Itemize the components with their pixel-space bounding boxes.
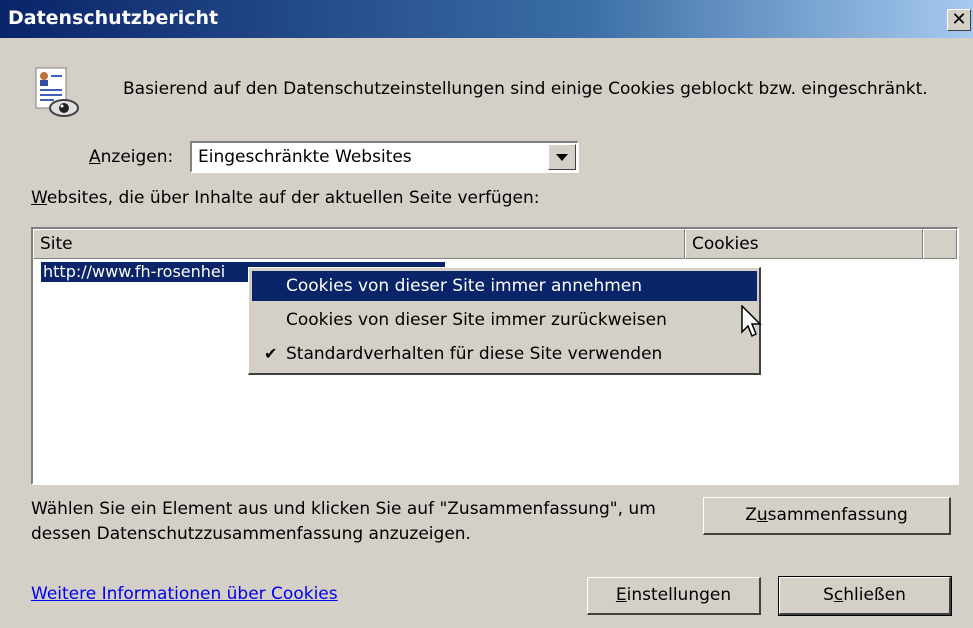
menu-item-always-accept[interactable]: Cookies von dieser Site immer annehmen bbox=[252, 271, 757, 301]
show-select[interactable]: Eingeschränkte Websites bbox=[190, 141, 579, 173]
checkmark-icon: ✔ bbox=[264, 344, 278, 363]
close-dialog-button[interactable]: Schließen bbox=[778, 576, 952, 616]
summary-button[interactable]: Zusammenfassung bbox=[703, 497, 951, 535]
show-select-value: Eingeschränkte Websites bbox=[198, 147, 412, 167]
column-header-site[interactable]: Site bbox=[33, 229, 685, 259]
dropdown-arrow-icon[interactable] bbox=[548, 144, 576, 170]
more-info-link[interactable]: Weitere Informationen über Cookies bbox=[31, 584, 338, 604]
privacy-report-icon bbox=[35, 67, 79, 117]
menu-item-always-reject[interactable]: Cookies von dieser Site immer zurückweis… bbox=[252, 305, 757, 335]
settings-button[interactable]: Einstellungen bbox=[587, 577, 761, 615]
close-icon: ✕ bbox=[951, 9, 967, 30]
column-header-cookies[interactable]: Cookies bbox=[685, 229, 923, 259]
show-label: Anzeigen: bbox=[89, 147, 174, 167]
column-header-filler bbox=[923, 229, 957, 259]
close-button[interactable]: ✕ bbox=[947, 9, 971, 31]
window-title: Datenschutzbericht bbox=[8, 7, 219, 29]
title-bar: Datenschutzbericht ✕ bbox=[0, 0, 973, 38]
mouse-cursor-icon bbox=[741, 305, 762, 338]
websites-label: Websites, die über Inhalte auf der aktue… bbox=[31, 188, 540, 208]
context-menu: Cookies von dieser Site immer annehmen C… bbox=[248, 267, 761, 375]
menu-item-default-behavior[interactable]: ✔ Standardverhalten für diese Site verwe… bbox=[252, 339, 757, 369]
intro-text: Basierend auf den Datenschutzeinstellung… bbox=[123, 79, 928, 99]
hint-text: Wählen Sie ein Element aus und klicken S… bbox=[31, 499, 656, 544]
